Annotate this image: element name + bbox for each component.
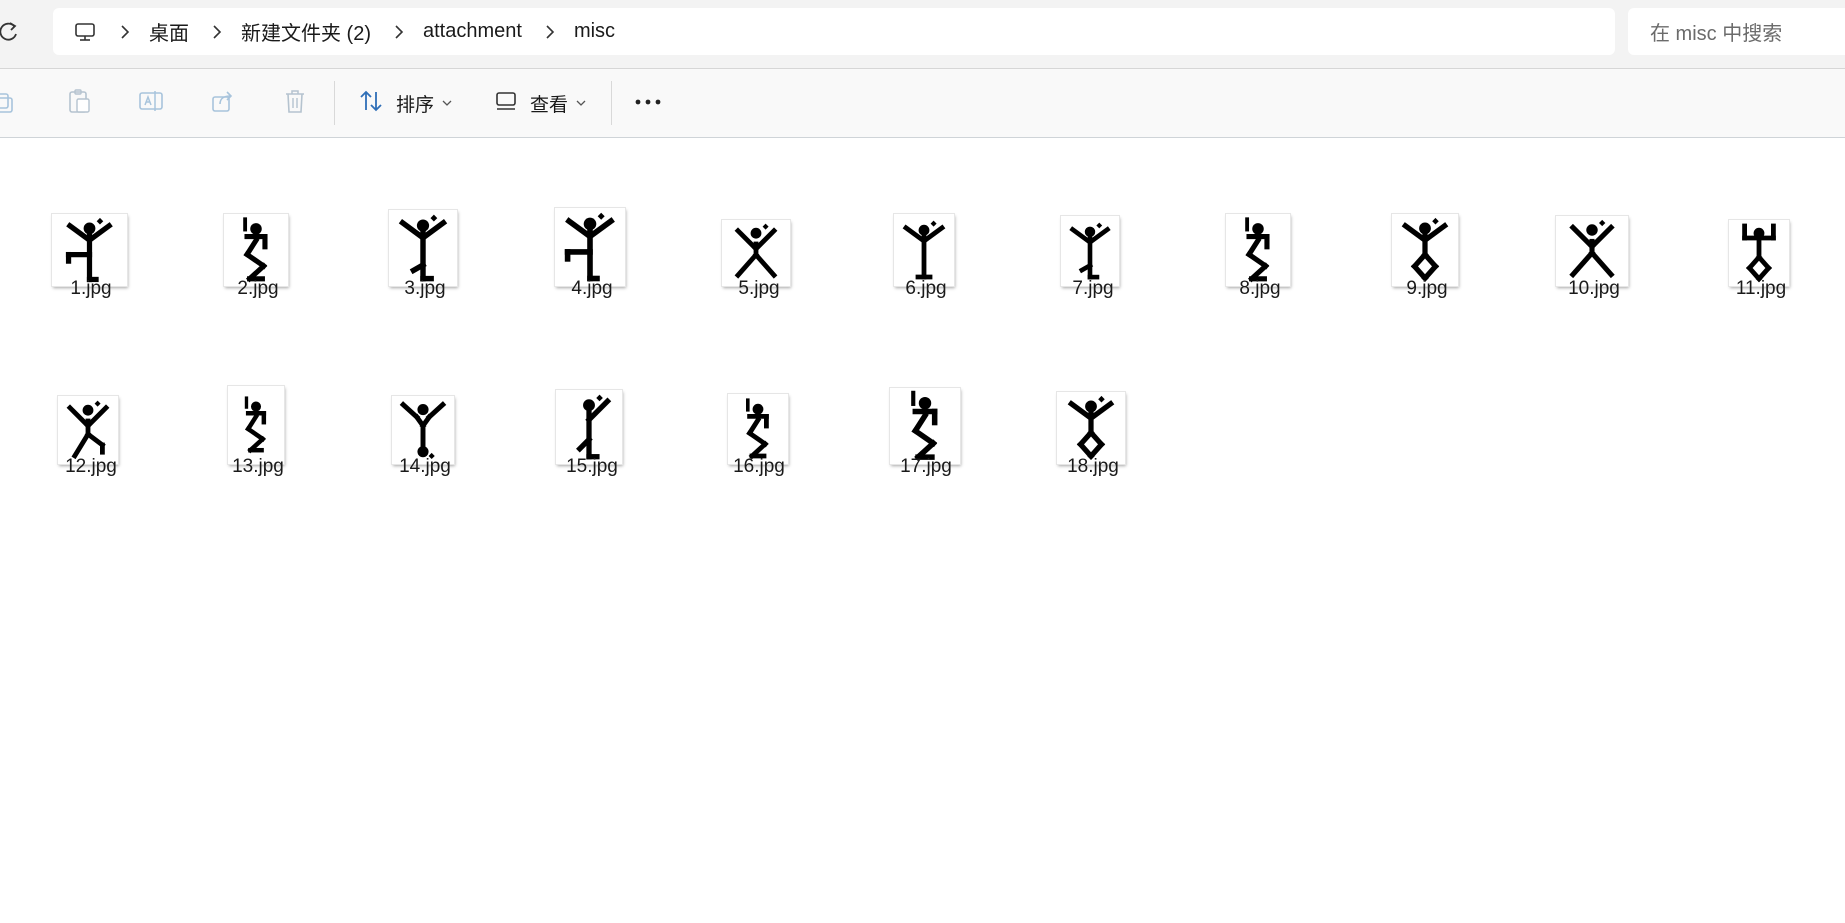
file-item[interactable]: 12.jpg <box>31 138 151 477</box>
address-bar-row: 桌面 新建文件夹 (2) attachment misc 在 misc 中搜索 <box>0 0 1845 69</box>
search-input[interactable]: 在 misc 中搜索 <box>1628 8 1845 55</box>
search-placeholder: 在 misc 中搜索 <box>1650 23 1783 45</box>
file-name[interactable]: 13.jpg <box>198 456 318 478</box>
file-thumbnail[interactable] <box>1056 391 1126 465</box>
refresh-icon[interactable] <box>0 20 20 44</box>
file-thumbnail[interactable] <box>223 213 289 287</box>
file-thumbnail[interactable] <box>893 213 955 287</box>
file-name[interactable]: 1.jpg <box>31 278 151 300</box>
toolbar-divider <box>334 81 335 125</box>
rename-icon <box>138 88 164 119</box>
view-label: 查看 <box>530 94 569 116</box>
file-name[interactable]: 10.jpg <box>1534 278 1654 300</box>
file-name[interactable]: 17.jpg <box>866 456 986 478</box>
file-item[interactable]: 16.jpg <box>699 138 819 477</box>
file-thumbnail[interactable] <box>1225 213 1291 287</box>
view-icon <box>494 89 518 118</box>
file-name[interactable]: 15.jpg <box>532 456 652 478</box>
view-button[interactable]: 查看 <box>494 83 586 123</box>
file-thumbnail[interactable] <box>554 207 626 287</box>
file-thumbnail[interactable] <box>388 209 458 287</box>
file-item[interactable]: 15.jpg <box>532 138 652 477</box>
file-list: 1.jpg 2.jpg 3.jpg 4.jpg 5.jpg 6.jpg 7.jpg 8.jpg… <box>0 138 1845 923</box>
file-thumbnail[interactable] <box>1555 215 1629 287</box>
file-name[interactable]: 6.jpg <box>866 278 986 300</box>
chevron-right-icon[interactable] <box>540 22 560 42</box>
file-name[interactable]: 4.jpg <box>532 278 652 300</box>
trash-icon <box>283 88 307 119</box>
file-item[interactable]: 8.jpg <box>1200 138 1320 299</box>
file-item[interactable]: 17.jpg <box>866 138 986 477</box>
file-name[interactable]: 9.jpg <box>1367 278 1487 300</box>
copy-icon <box>0 89 18 118</box>
breadcrumb-item-attachment[interactable]: attachment <box>423 20 522 43</box>
sort-label: 排序 <box>396 94 435 116</box>
file-name[interactable]: 18.jpg <box>1033 456 1153 478</box>
file-thumbnail[interactable] <box>721 219 791 287</box>
file-item[interactable]: 14.jpg <box>365 138 485 477</box>
more-icon <box>634 94 662 112</box>
file-name[interactable]: 8.jpg <box>1200 278 1320 300</box>
file-thumbnail[interactable] <box>1728 219 1790 287</box>
file-name[interactable]: 11.jpg <box>1701 278 1821 300</box>
share-icon <box>210 88 236 119</box>
file-item[interactable]: 10.jpg <box>1534 138 1654 299</box>
share-button[interactable] <box>210 83 236 123</box>
file-item[interactable]: 11.jpg <box>1701 138 1821 299</box>
toolbar-divider <box>611 81 612 125</box>
breadcrumb[interactable]: 桌面 新建文件夹 (2) attachment misc <box>53 8 1615 55</box>
breadcrumb-item-misc[interactable]: misc <box>574 20 615 43</box>
file-thumbnail[interactable] <box>727 393 789 465</box>
file-thumbnail[interactable] <box>57 395 119 465</box>
more-options-button[interactable] <box>634 83 662 123</box>
chevron-right-icon[interactable] <box>389 22 409 42</box>
file-thumbnail[interactable] <box>1060 215 1120 287</box>
command-bar: 排序 查看 <box>0 69 1845 138</box>
chevron-right-icon[interactable] <box>115 22 135 42</box>
file-name[interactable]: 16.jpg <box>699 456 819 478</box>
file-item[interactable]: 18.jpg <box>1033 138 1153 477</box>
breadcrumb-item-desktop[interactable]: 桌面 <box>149 17 189 46</box>
file-thumbnail[interactable] <box>555 389 623 465</box>
rename-button[interactable] <box>138 83 164 123</box>
delete-button[interactable] <box>283 83 307 123</box>
chevron-down-icon <box>576 99 586 107</box>
file-thumbnail[interactable] <box>51 213 128 287</box>
paste-icon <box>66 88 92 119</box>
sort-icon <box>358 88 384 119</box>
file-name[interactable]: 7.jpg <box>1033 278 1153 300</box>
file-name[interactable]: 12.jpg <box>31 456 151 478</box>
file-thumbnail[interactable] <box>227 385 285 465</box>
chevron-right-icon[interactable] <box>207 22 227 42</box>
copy-button[interactable] <box>0 83 18 123</box>
file-name[interactable]: 14.jpg <box>365 456 485 478</box>
file-thumbnail[interactable] <box>391 395 455 465</box>
paste-button[interactable] <box>66 83 92 123</box>
this-pc-icon[interactable] <box>73 20 97 44</box>
file-item[interactable]: 9.jpg <box>1367 138 1487 299</box>
breadcrumb-item-new-folder[interactable]: 新建文件夹 (2) <box>241 17 371 46</box>
file-name[interactable]: 5.jpg <box>699 278 819 300</box>
sort-button[interactable]: 排序 <box>358 83 452 123</box>
file-item[interactable]: 13.jpg <box>198 138 318 477</box>
file-name[interactable]: 2.jpg <box>198 278 318 300</box>
file-name[interactable]: 3.jpg <box>365 278 485 300</box>
chevron-down-icon <box>442 99 452 107</box>
file-thumbnail[interactable] <box>889 387 961 465</box>
file-thumbnail[interactable] <box>1391 213 1459 287</box>
